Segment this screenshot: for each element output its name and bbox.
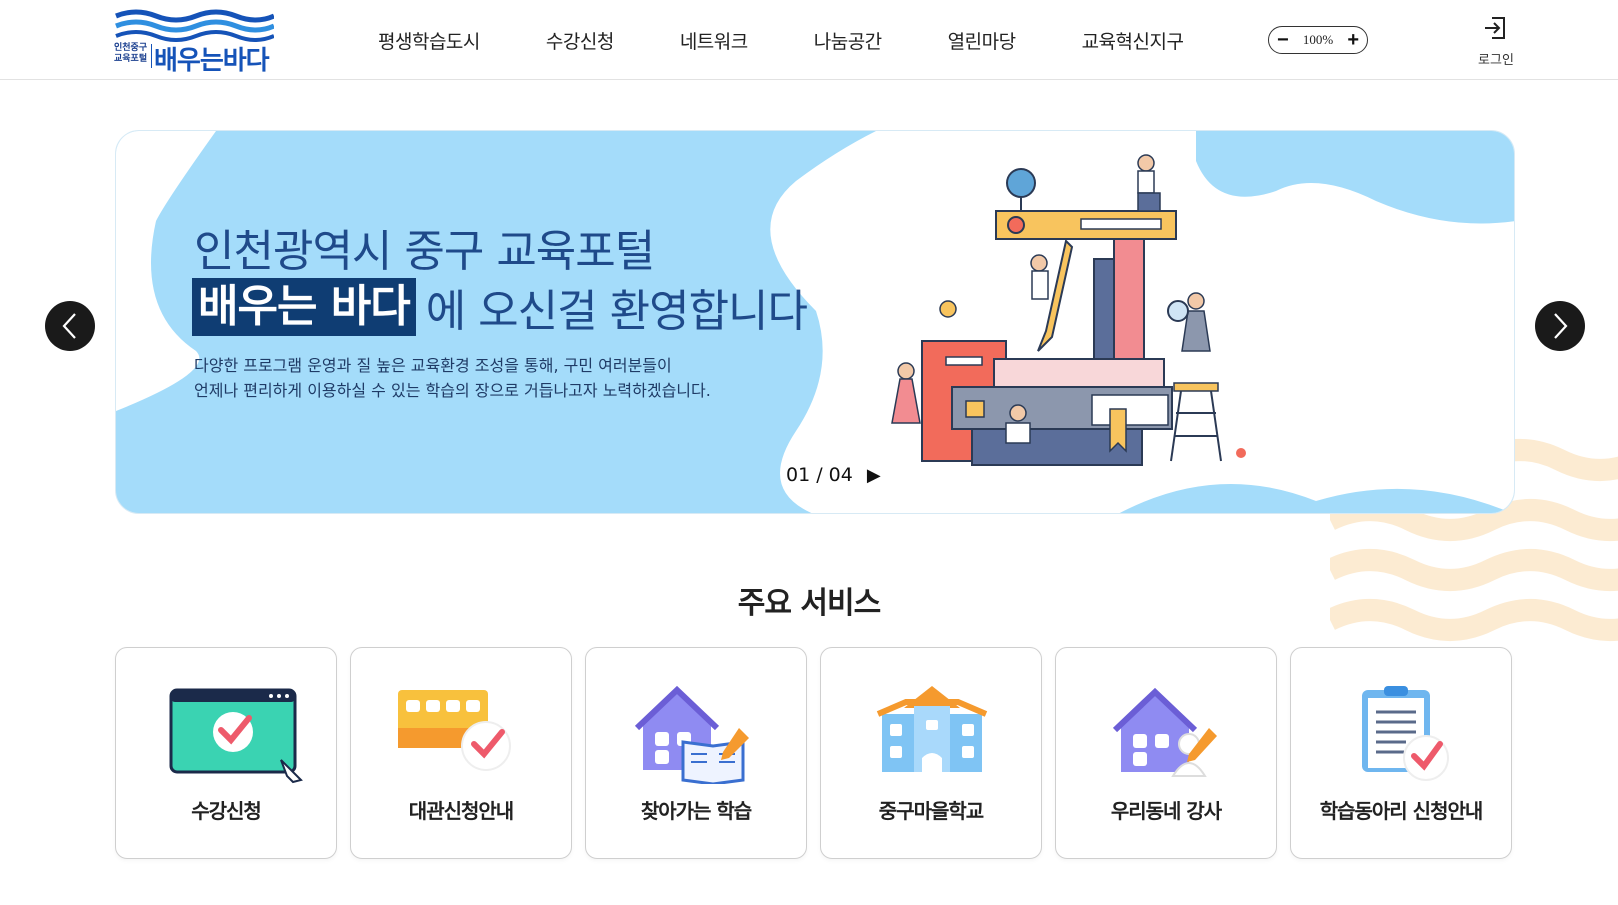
house-book-icon [634, 685, 749, 784]
login-label: 로그인 [1478, 53, 1514, 68]
login-icon [1485, 17, 1505, 39]
hero-banner: 인천광역시 중구 교육포털 배우는 바다 에 오신걸 환영합니다 다양한 프로그… [115, 130, 1515, 514]
slide-counter: 01 / 04 [786, 464, 853, 486]
zoom-control: − 100% + [1268, 26, 1368, 54]
services-title: 주요 서비스 [737, 586, 881, 621]
building-check-icon [398, 690, 511, 771]
logo-title: 배우는바다 [154, 46, 270, 76]
service-label: 학습동아리 신청안내 [1319, 799, 1484, 823]
service-card-local-instructor[interactable]: 우리동네 강사 [1055, 647, 1277, 859]
banner-desc-line1: 다양한 프로그램 운영과 질 높은 교육환경 조성을 통해, 구민 여러분들이 [194, 356, 672, 375]
prev-slide-button[interactable] [45, 301, 95, 351]
banner-desc-line2: 언제나 편리하게 이용하실 수 있는 학습의 장으로 거듭나고자 노력하겠습니다… [194, 381, 711, 400]
banner-title-rest: 에 오신걸 환영합니다 [425, 286, 808, 337]
books-illustration [891, 154, 1246, 466]
nav-item-lifelong-city[interactable]: 평생학습도시 [378, 27, 480, 54]
banner-highlight: 배우는 바다 [192, 278, 416, 336]
browser-check-icon [169, 688, 303, 784]
house-teacher-icon [1112, 687, 1217, 777]
service-label: 수강신청 [191, 799, 262, 823]
service-label: 대관신청안내 [408, 799, 514, 823]
service-card-study-club[interactable]: 학습동아리 신청안내 [1290, 647, 1512, 859]
service-label: 우리동네 강사 [1110, 799, 1222, 823]
next-slide-button[interactable] [1535, 301, 1585, 351]
service-card-facility-rental[interactable]: 대관신청안내 [350, 647, 572, 859]
zoom-out-button[interactable]: − [1277, 30, 1289, 50]
logo-subtitle: 인천중구 교육포털 [114, 42, 148, 63]
nav-item-network[interactable]: 네트워크 [680, 27, 748, 54]
login-button[interactable]: 로그인 [1474, 14, 1518, 68]
banner-title-line1: 인천광역시 중구 교육포털 [194, 226, 655, 277]
logo-divider [151, 44, 152, 68]
banner-description: 다양한 프로그램 운영과 질 높은 교육환경 조성을 통해, 구민 여러분들이 … [194, 353, 711, 403]
school-icon [876, 686, 988, 772]
nav-item-course-apply[interactable]: 수강신청 [546, 27, 614, 54]
nav-item-sharing-space[interactable]: 나눔공간 [814, 27, 882, 54]
site-header: 인천중구 교육포털 배우는바다 평생학습도시 수강신청 네트워크 나눔공간 열린… [0, 0, 1618, 80]
zoom-level: 100% [1302, 32, 1334, 47]
main-nav: 평생학습도시 수강신청 네트워크 나눔공간 열린마당 교육혁신지구 [378, 0, 1184, 80]
slide-pager: 01 / 04 ▶ [786, 464, 881, 486]
service-card-course-apply[interactable]: 수강신청 [115, 647, 337, 859]
service-label: 찾아가는 학습 [640, 799, 752, 823]
chevron-right-icon [1554, 313, 1568, 339]
wave-logo-icon [115, 9, 276, 42]
service-card-outreach-learning[interactable]: 찾아가는 학습 [585, 647, 807, 859]
play-button[interactable]: ▶ [867, 465, 881, 486]
banner-title-line2: 배우는 바다 에 오신걸 환영합니다 [192, 275, 808, 339]
nav-item-open-plaza[interactable]: 열린마당 [948, 27, 1016, 54]
chevron-left-icon [62, 313, 76, 339]
zoom-in-button[interactable]: + [1347, 30, 1359, 50]
services-grid: 수강신청 대관신청안내 찾아가는 학습 중구마을학교 우리동네 강사 학습동아리… [115, 647, 1516, 859]
site-logo[interactable]: 인천중구 교육포털 배우는바다 [114, 8, 276, 76]
service-card-village-school[interactable]: 중구마을학교 [820, 647, 1042, 859]
clipboard-check-icon [1362, 686, 1449, 781]
service-label: 중구마을학교 [878, 799, 984, 823]
nav-item-education-district[interactable]: 교육혁신지구 [1082, 27, 1184, 54]
